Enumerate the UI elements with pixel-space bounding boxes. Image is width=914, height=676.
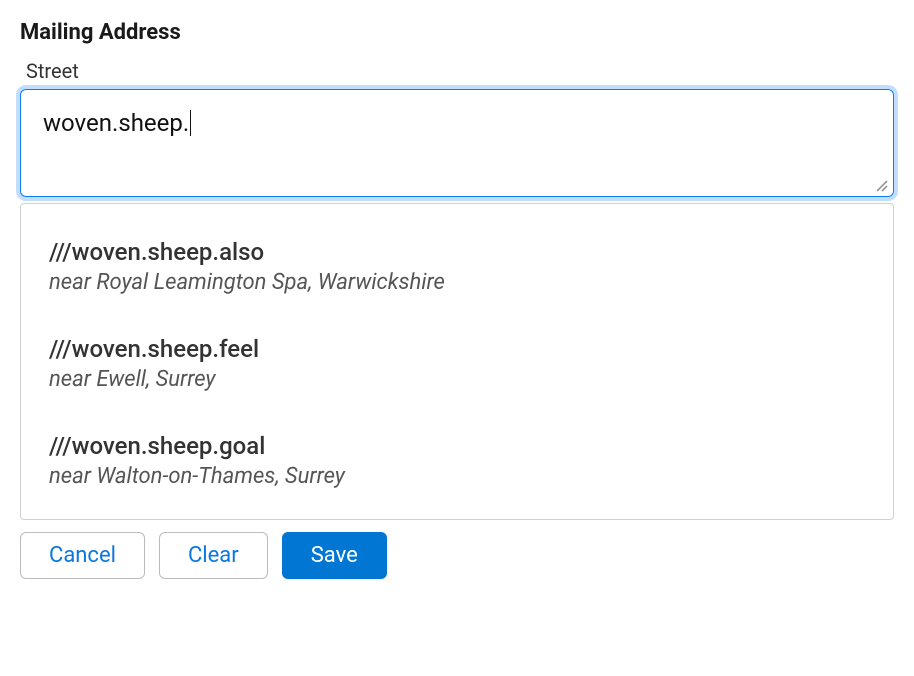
mailing-address-section: Mailing Address Street woven.sheep. ///w…	[20, 20, 894, 579]
street-label: Street	[26, 59, 894, 83]
autocomplete-item-sub: near Royal Leamington Spa, Warwickshire	[49, 270, 865, 295]
autocomplete-item-main: ///woven.sheep.feel	[49, 335, 865, 363]
autocomplete-item-sub: near Walton-on-Thames, Surrey	[49, 464, 865, 489]
autocomplete-item-main: ///woven.sheep.also	[49, 238, 865, 266]
button-row: Cancel Clear Save	[20, 532, 894, 579]
autocomplete-item-sub: near Ewell, Surrey	[49, 367, 865, 392]
autocomplete-item[interactable]: ///woven.sheep.also near Royal Leamington…	[21, 228, 893, 325]
text-caret-icon	[190, 110, 191, 136]
autocomplete-item[interactable]: ///woven.sheep.goal near Walton-on-Thames…	[21, 422, 893, 509]
save-button[interactable]: Save	[282, 532, 387, 579]
autocomplete-dropdown: ///woven.sheep.also near Royal Leamington…	[20, 203, 894, 520]
street-input-wrap: woven.sheep.	[20, 89, 894, 197]
cancel-button[interactable]: Cancel	[20, 532, 145, 579]
street-input[interactable]: woven.sheep.	[20, 89, 894, 197]
autocomplete-item-main: ///woven.sheep.goal	[49, 432, 865, 460]
clear-button[interactable]: Clear	[159, 532, 268, 579]
street-input-value: woven.sheep.	[43, 109, 189, 137]
section-title: Mailing Address	[20, 20, 894, 45]
autocomplete-item[interactable]: ///woven.sheep.feel near Ewell, Surrey	[21, 325, 893, 422]
